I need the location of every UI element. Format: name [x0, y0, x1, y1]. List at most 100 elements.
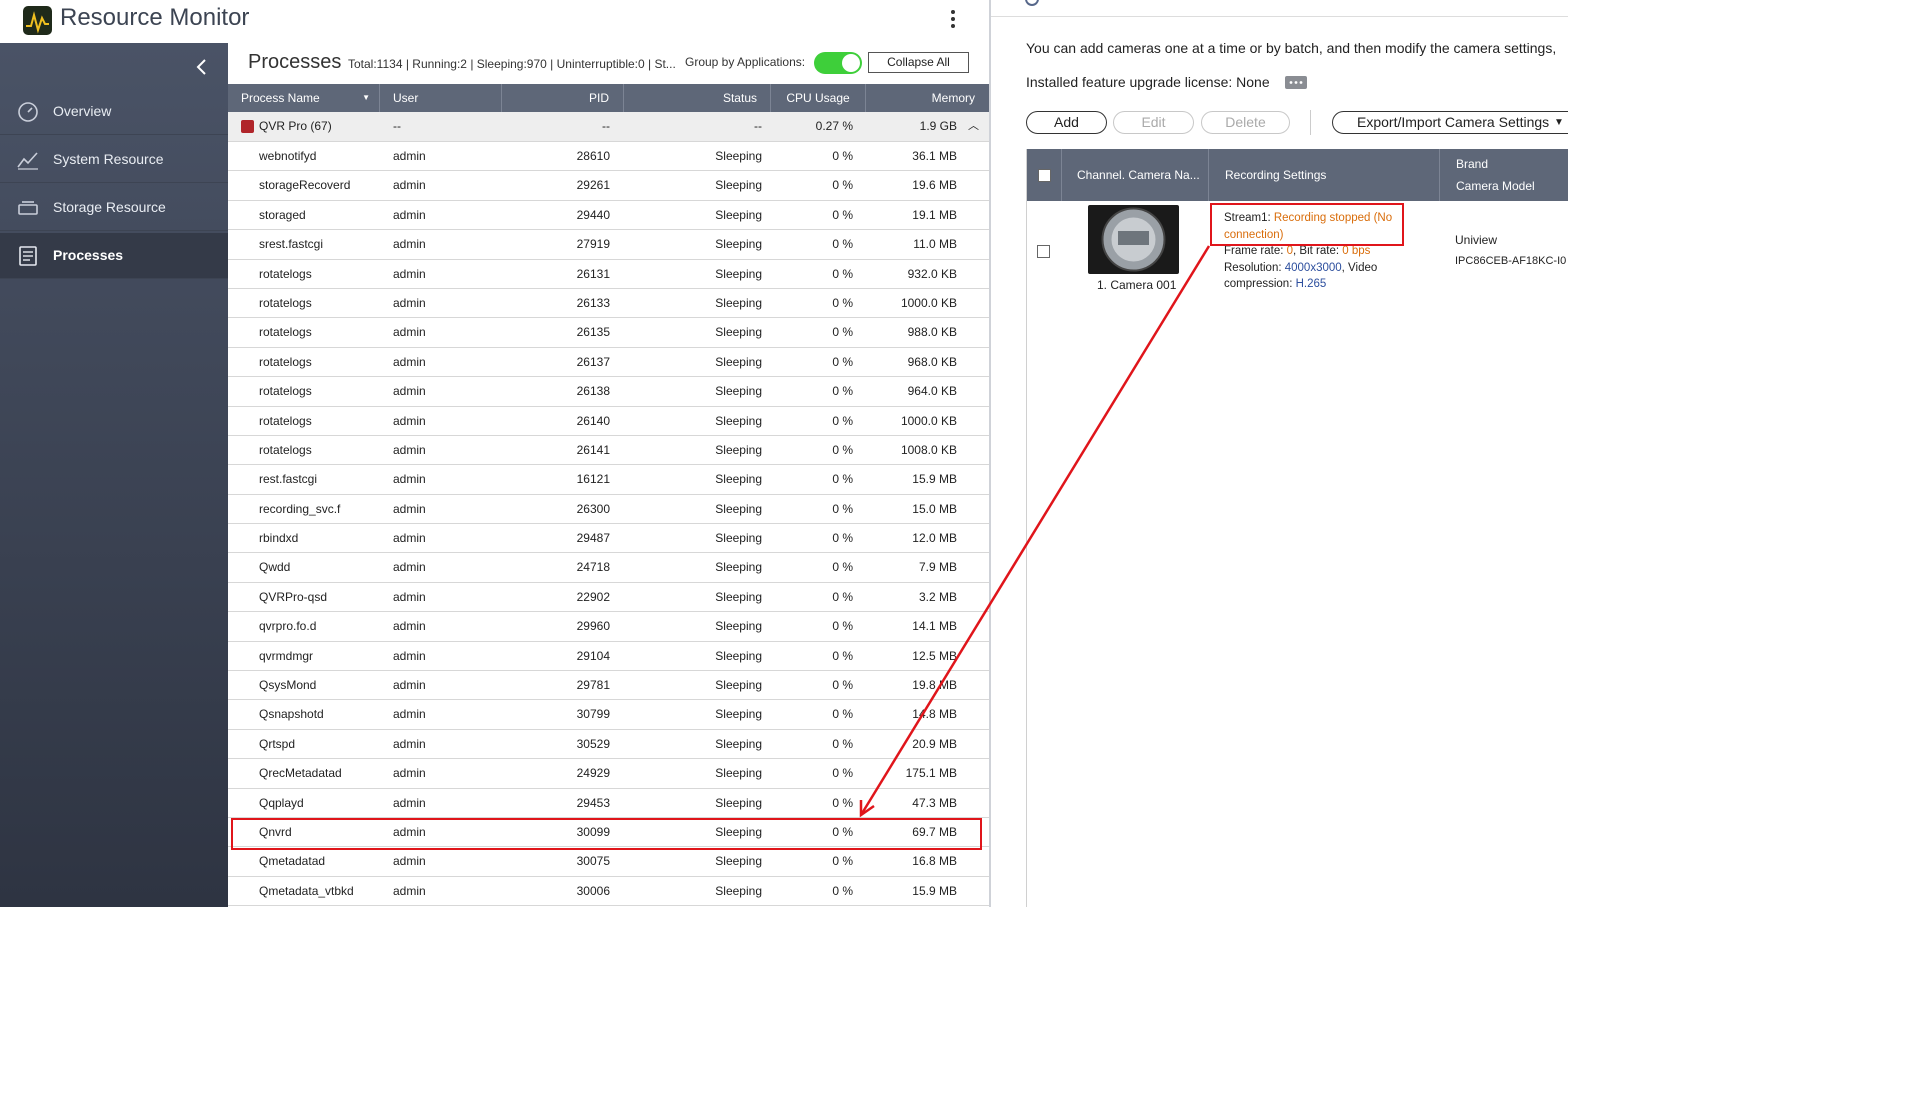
table-row[interactable]: QVRPro-qsd admin 22902 Sleeping 0 % 3.2 MB — [228, 583, 990, 613]
cell-pid: 29781 — [576, 678, 610, 693]
cell-user: admin — [393, 589, 426, 604]
processes-toolbar: Processes Total:1134 | Running:2 | Sleep… — [228, 43, 990, 84]
table-row[interactable]: rotatelogs admin 26133 Sleeping 0 % 1000.0 KB — [228, 289, 990, 319]
table-row[interactable]: rbindxd admin 29487 Sleeping 0 % 12.0 MB — [228, 524, 990, 554]
table-row[interactable]: QrecMetadatad admin 24929 Sleeping 0 % 175.1 … — [228, 759, 990, 789]
table-row[interactable]: storageRecoverd admin 29261 Sleeping 0 % 19.6… — [228, 171, 990, 201]
more-info-icon[interactable] — [1285, 76, 1307, 89]
column-header-memory[interactable]: Memory — [866, 84, 990, 112]
app-title: Resource Monitor — [60, 4, 250, 31]
cell-cpu: 0 % — [832, 384, 853, 399]
delete-button[interactable]: Delete — [1201, 111, 1290, 134]
column-header-status[interactable]: Status — [624, 84, 771, 112]
cell-user: admin — [393, 766, 426, 781]
column-header-user[interactable]: User — [380, 84, 502, 112]
group-row[interactable]: QVR Pro (67) -- -- -- 0.27 % 1.9 GB ︿ — [228, 112, 990, 142]
cell-process-name: rotatelogs — [259, 295, 312, 310]
column-header-cpu-usage[interactable]: CPU Usage — [771, 84, 866, 112]
cell-pid: 30006 — [576, 883, 610, 898]
sidebar-item-storage-resource[interactable]: Storage Resource — [0, 185, 228, 231]
cell-user: admin — [393, 707, 426, 722]
column-header-recording[interactable]: Recording Settings — [1225, 168, 1326, 182]
camera-thumbnail[interactable] — [1088, 205, 1179, 274]
table-row[interactable]: webnotifyd admin 28610 Sleeping 0 % 36.1 MB — [228, 142, 990, 172]
column-header-process-name[interactable]: Process Name ▼ — [228, 84, 380, 112]
table-row[interactable]: Qqplayd admin 29453 Sleeping 0 % 47.3 MB — [228, 789, 990, 818]
license-text: Installed feature upgrade license: None — [1026, 74, 1270, 90]
table-row[interactable]: qvrmdmgr admin 29104 Sleeping 0 % 12.5 MB — [228, 642, 990, 672]
cell-status: Sleeping — [715, 707, 762, 722]
cell-user: admin — [393, 678, 426, 693]
table-row[interactable]: qvrpro.fo.d admin 29960 Sleeping 0 % 14.1 MB — [228, 612, 990, 642]
cell-cpu: 0 % — [832, 883, 853, 898]
cell-status: Sleeping — [715, 207, 762, 222]
intro-text: You can add cameras one at a time or by … — [1026, 40, 1557, 56]
chevron-up-icon[interactable]: ︿ — [968, 112, 979, 141]
table-row[interactable]: storaged admin 29440 Sleeping 0 % 19.1 MB — [228, 201, 990, 231]
column-header-channel[interactable]: Channel. Camera Na... — [1077, 168, 1200, 182]
document-list-icon — [17, 245, 39, 267]
cell-cpu: 0 % — [832, 325, 853, 340]
edit-button[interactable]: Edit — [1113, 111, 1194, 134]
table-row[interactable]: QsysMond admin 29781 Sleeping 0 % 19.8 MB — [228, 671, 990, 701]
table-row[interactable]: rotatelogs admin 26138 Sleeping 0 % 964.0 KB — [228, 377, 990, 407]
cell-pid: 26138 — [576, 384, 610, 399]
add-button[interactable]: Add — [1026, 111, 1107, 134]
table-row[interactable]: Qwdd admin 24718 Sleeping 0 % 7.9 MB — [228, 553, 990, 583]
table-row[interactable]: Qmetadatad admin 30075 Sleeping 0 % 16.8 MB — [228, 847, 990, 877]
table-row[interactable]: rotatelogs admin 26140 Sleeping 0 % 1000.0 KB — [228, 407, 990, 436]
column-header-brand[interactable]: Brand — [1456, 157, 1488, 171]
cell-memory: 1000.0 KB — [900, 295, 957, 310]
cell-pid: 26131 — [576, 266, 610, 281]
chart-line-icon — [17, 149, 39, 171]
table-row[interactable]: srest.fastcgi admin 27919 Sleeping 0 % 11.0 M… — [228, 230, 990, 260]
export-import-button[interactable]: Export/Import Camera Settings ▼ — [1332, 111, 1568, 134]
cell-pid: 26140 — [576, 413, 610, 428]
column-header-model[interactable]: Camera Model — [1456, 179, 1535, 193]
column-header-pid[interactable]: PID — [502, 84, 624, 112]
group-cpu: 0.27 % — [815, 119, 853, 133]
cell-process-name: recording_svc.f — [259, 501, 341, 516]
compression-value: H.265 — [1295, 278, 1327, 290]
cell-status: Sleeping — [715, 795, 762, 810]
group-by-toggle[interactable] — [814, 52, 862, 74]
sidebar-item-overview[interactable]: Overview — [0, 89, 228, 135]
table-row[interactable]: rotatelogs admin 26137 Sleeping 0 % 968.0 KB — [228, 348, 990, 378]
sidebar-item-processes[interactable]: Processes — [0, 233, 228, 279]
camera-row-checkbox[interactable] — [1037, 245, 1050, 258]
table-row[interactable]: Qmetadata_vtbkd admin 30006 Sleeping 0 % 15.9… — [228, 877, 990, 907]
cell-pid: 27919 — [576, 237, 610, 252]
table-row[interactable]: recording_svc.f admin 26300 Sleeping 0 % 15.0… — [228, 495, 990, 525]
cell-process-name: storaged — [259, 207, 306, 222]
cell-pid: 29261 — [576, 178, 610, 193]
cell-pid: 29104 — [576, 648, 610, 663]
table-row[interactable]: Qsnapshotd admin 30799 Sleeping 0 % 14.8 MB — [228, 700, 990, 730]
sidebar-item-system-resource[interactable]: System Resource — [0, 137, 228, 183]
cell-status: Sleeping — [715, 619, 762, 634]
more-options-icon[interactable] — [946, 8, 960, 32]
camera-settings-panel: You can add cameras one at a time or by … — [991, 0, 1568, 907]
cell-pid: 30529 — [576, 736, 610, 751]
collapse-all-button[interactable]: Collapse All — [868, 52, 969, 73]
cell-memory: 14.1 MB — [912, 619, 957, 634]
cell-status: Sleeping — [715, 178, 762, 193]
group-name: QVR Pro (67) — [259, 119, 332, 133]
cell-process-name: rest.fastcgi — [259, 472, 318, 487]
cell-cpu: 0 % — [832, 149, 853, 163]
cell-user: admin — [393, 854, 426, 869]
table-row[interactable]: rotatelogs admin 26135 Sleeping 0 % 988.0 KB — [228, 318, 990, 348]
page-title: Processes — [248, 51, 342, 73]
table-row[interactable]: Qrtspd admin 30529 Sleeping 0 % 20.9 MB — [228, 730, 990, 760]
cell-cpu: 0 % — [832, 766, 853, 781]
table-row[interactable]: rotatelogs admin 26141 Sleeping 0 % 1008.0 KB — [228, 436, 990, 466]
group-by-label: Group by Applications: — [685, 55, 806, 69]
disk-icon — [17, 197, 39, 219]
group-status: -- — [754, 119, 762, 133]
table-row[interactable]: rest.fastcgi admin 16121 Sleeping 0 % 15.9 MB — [228, 465, 990, 495]
collapse-sidebar-icon[interactable] — [192, 57, 212, 77]
cell-memory: 988.0 KB — [907, 325, 957, 340]
cell-user: admin — [393, 648, 426, 663]
select-all-checkbox[interactable] — [1038, 169, 1051, 182]
table-row[interactable]: rotatelogs admin 26131 Sleeping 0 % 932.0 KB — [228, 260, 990, 289]
cell-memory: 12.0 MB — [912, 531, 957, 546]
